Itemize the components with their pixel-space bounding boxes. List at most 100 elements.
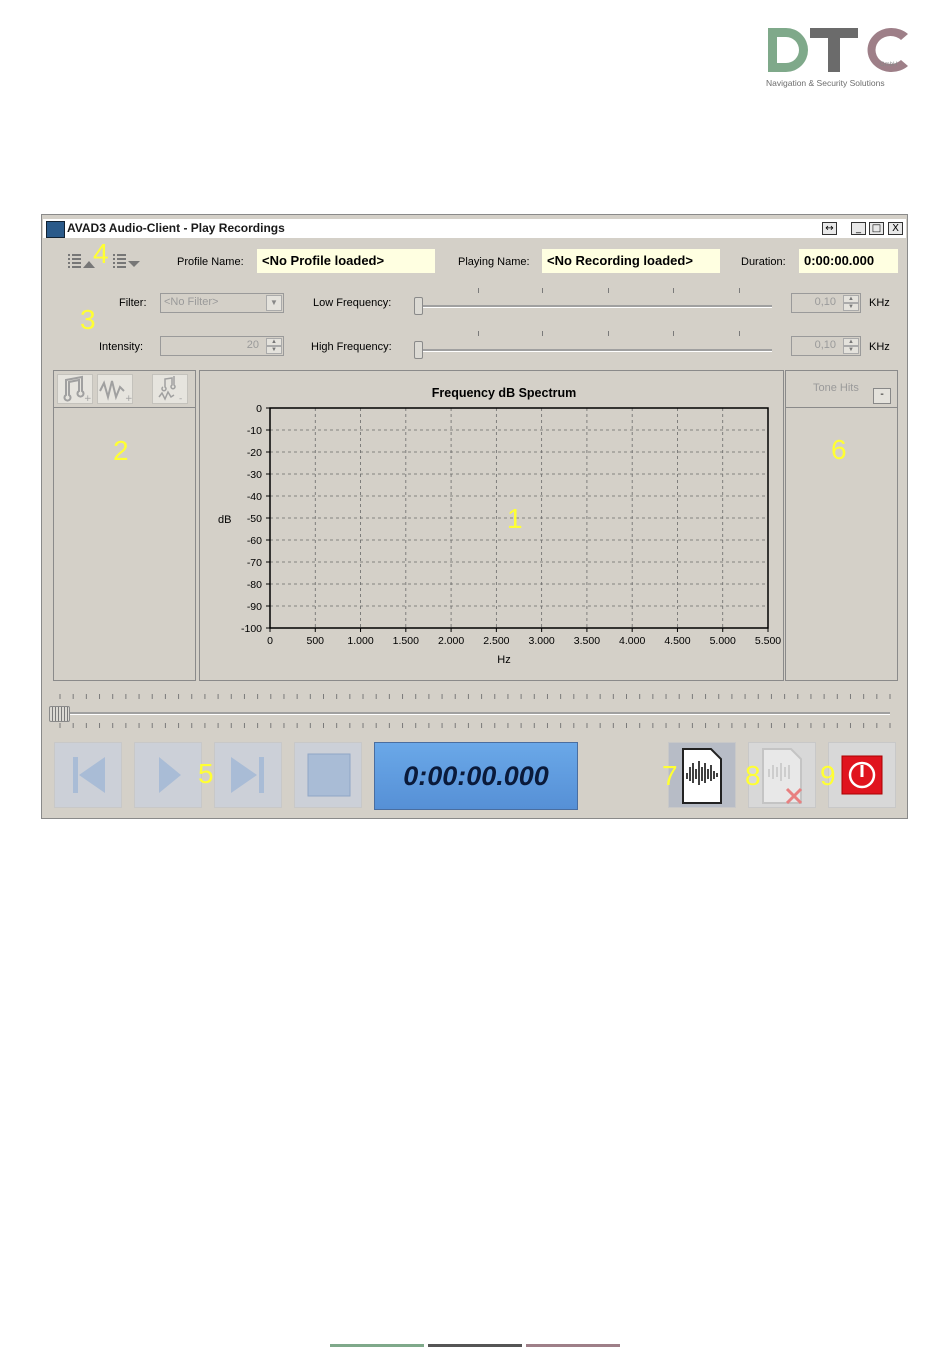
tone-remove-icon: -: [158, 376, 182, 404]
play-button[interactable]: [134, 742, 202, 808]
tone-hits-panel: Tone Hits -: [785, 370, 898, 681]
filter-dropdown[interactable]: <No Filter> ▼: [160, 293, 284, 313]
annotation-2: 2: [113, 435, 129, 466]
next-button[interactable]: [214, 742, 282, 808]
spin-up-icon[interactable]: ▲: [843, 338, 859, 346]
annotation-6: 6: [831, 434, 847, 465]
y-tick-label: -60: [247, 535, 262, 547]
stop-button[interactable]: [294, 742, 362, 808]
position-track: [52, 712, 890, 715]
x-tick-label: 1.000: [347, 635, 373, 647]
open-recording-button[interactable]: [668, 742, 736, 808]
tick: [542, 331, 543, 336]
play-icon: [159, 757, 181, 793]
intensity-value: 20: [246, 339, 259, 351]
app-window: AVAD3 Audio-Client - Play Recordings ↔ _…: [41, 214, 908, 819]
tick: [608, 288, 609, 293]
y-tick-label: -10: [247, 425, 262, 437]
logo-tagline: Navigation & Security Solutions: [766, 78, 885, 88]
annotation-4: 4: [93, 238, 109, 269]
low-frequency-slider[interactable]: [414, 297, 423, 315]
power-icon: [841, 755, 883, 795]
spin-down-icon[interactable]: ▼: [843, 303, 859, 311]
position-slider[interactable]: [49, 706, 70, 722]
x-tick-label: 2.500: [483, 635, 509, 647]
x-tick-label: 500: [307, 635, 325, 647]
close-button[interactable]: X: [888, 222, 903, 235]
spin-down-icon[interactable]: ▼: [266, 346, 282, 354]
annotation-5: 5: [198, 758, 214, 789]
add-tone-button[interactable]: +: [57, 374, 93, 404]
profile-name-label: Profile Name:: [177, 256, 244, 268]
high-frequency-label: High Frequency:: [311, 341, 392, 353]
resize-button[interactable]: ↔: [822, 222, 837, 235]
svg-text:+: +: [84, 394, 92, 403]
add-waveform-button[interactable]: +: [97, 374, 133, 404]
annotation-1: 1: [507, 503, 523, 534]
list-down-icon[interactable]: [113, 254, 140, 268]
spin-down-icon[interactable]: ▼: [843, 346, 859, 354]
tone-list-toolbar: + + -: [54, 371, 195, 408]
x-tick-label: 5.000: [710, 635, 736, 647]
annotation-9: 9: [820, 760, 836, 791]
tone-list-panel: + + -: [53, 370, 196, 681]
list-up-icon[interactable]: [68, 254, 95, 268]
x-tick-label: 1.500: [393, 635, 419, 647]
x-tick-label: 4.000: [619, 635, 645, 647]
skip-forward-icon: [231, 757, 264, 793]
low-frequency-spinner[interactable]: 0,10 ▲ ▼: [791, 293, 861, 313]
tick: [608, 331, 609, 336]
duration-label: Duration:: [741, 256, 786, 268]
previous-button[interactable]: [54, 742, 122, 808]
footer-line-green: [330, 1344, 424, 1347]
low-frequency-track: [418, 305, 772, 308]
chevron-down-icon[interactable]: ▼: [266, 295, 282, 311]
tone-hits-label: Tone Hits: [813, 382, 859, 394]
x-axis-label: Hz: [497, 654, 510, 666]
tone-hits-collapse-button[interactable]: -: [873, 388, 891, 404]
playing-name-field: <No Recording loaded>: [542, 249, 720, 273]
minimize-button[interactable]: _: [851, 222, 866, 235]
footer-line-mauve: [526, 1344, 620, 1347]
annotation-7: 7: [662, 760, 678, 791]
high-frequency-spinner[interactable]: 0,10 ▲ ▼: [791, 336, 861, 356]
playback-time-display: 0:00:00.000: [374, 742, 578, 810]
tick: [673, 288, 674, 293]
tone-hits-header: Tone Hits -: [786, 371, 897, 408]
low-frequency-label: Low Frequency:: [313, 297, 392, 309]
high-frequency-slider[interactable]: [414, 341, 423, 359]
low-frequency-value: 0,10: [814, 296, 836, 308]
title-bar[interactable]: AVAD3 Audio-Client - Play Recordings ↔ _…: [43, 219, 906, 238]
x-tick-label: 0: [267, 635, 273, 647]
app-icon: [46, 221, 65, 238]
tick: [478, 288, 479, 293]
playing-name-label: Playing Name:: [458, 256, 530, 268]
x-tick-label: 3.500: [574, 635, 600, 647]
tick: [542, 288, 543, 293]
remove-tone-button[interactable]: -: [152, 374, 188, 404]
y-tick-label: -70: [247, 557, 262, 569]
skip-back-icon: [73, 757, 105, 793]
profile-name-field: <No Profile loaded>: [257, 249, 435, 273]
y-axis-label: dB: [218, 514, 231, 526]
spin-up-icon[interactable]: ▲: [843, 295, 859, 303]
position-slider-ticks: [59, 694, 891, 728]
high-frequency-value: 0,10: [814, 339, 836, 351]
high-frequency-unit: KHz: [869, 341, 890, 353]
spectrum-chart-panel: 0 500 1.000 1.500 2.000 2.500 3.000 3.500 4.000 4…: [199, 370, 784, 681]
x-tick-label: 3.000: [528, 635, 554, 647]
audio-file-icon: [682, 748, 722, 804]
waveform-add-icon: +: [99, 380, 133, 404]
power-exit-button[interactable]: [828, 742, 896, 808]
intensity-spinner[interactable]: 20 ▲ ▼: [160, 336, 284, 356]
annotation-8: 8: [745, 760, 761, 791]
maximize-button[interactable]: □: [869, 222, 884, 235]
spectrum-chart: 0 500 1.000 1.500 2.000 2.500 3.000 3.500 4.000 4…: [218, 386, 781, 666]
stop-icon: [307, 753, 351, 797]
logo-gmbh: GmbH: [880, 62, 898, 68]
y-tick-label: -80: [247, 579, 262, 591]
intensity-label: Intensity:: [99, 341, 144, 353]
spin-up-icon[interactable]: ▲: [266, 338, 282, 346]
y-tick-label: -30: [247, 469, 262, 481]
low-frequency-unit: KHz: [869, 297, 890, 309]
